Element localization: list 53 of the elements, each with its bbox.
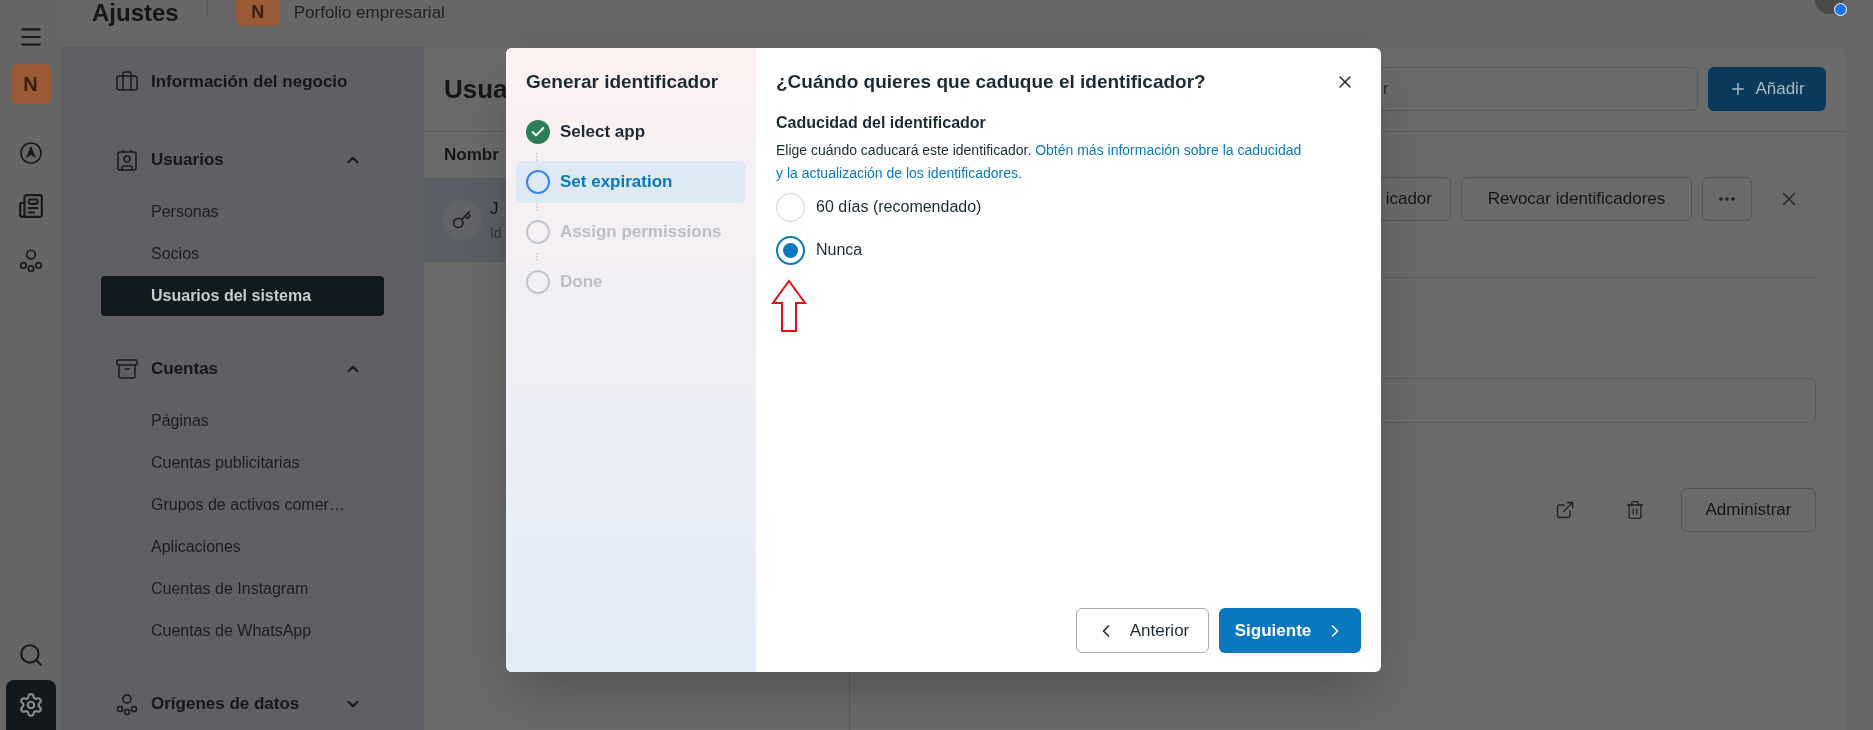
radio-label: 60 días (recomendado) bbox=[816, 197, 982, 217]
radio-button[interactable] bbox=[776, 235, 805, 265]
sidebar-section[interactable]: Usuarios bbox=[101, 146, 384, 174]
external-link-icon[interactable] bbox=[1555, 500, 1575, 520]
sidebar-item[interactable]: Aplicaciones bbox=[101, 527, 384, 567]
pages-icon[interactable] bbox=[17, 193, 44, 219]
page-title: Ajustes bbox=[92, 1, 179, 25]
ellipsis-icon bbox=[1719, 197, 1735, 201]
dialog-question: ¿Cuándo quieres que caduque el identificador? bbox=[776, 70, 1206, 94]
step-item[interactable]: Assign permissions bbox=[516, 210, 746, 253]
previous-button[interactable]: Anterior bbox=[1076, 608, 1209, 653]
check-icon bbox=[526, 119, 550, 144]
sidebar-section[interactable]: Orígenes de datos bbox=[101, 690, 384, 718]
sidebar-item[interactable]: Grupos de activos comer… bbox=[101, 485, 384, 525]
compass-icon[interactable] bbox=[18, 141, 43, 165]
portfolio-logo: N bbox=[235, 0, 280, 26]
sidebar-item[interactable]: Socios bbox=[101, 234, 384, 274]
sidebar-section[interactable]: Información del negocio bbox=[101, 68, 384, 96]
sidebar-item[interactable]: Usuarios del sistema bbox=[101, 276, 384, 316]
gear-icon bbox=[17, 692, 44, 718]
column-header: Nombr bbox=[444, 144, 499, 167]
help-link[interactable]: y la actualización de los identificadores. bbox=[776, 164, 1022, 181]
panel-title: Usua bbox=[444, 72, 508, 106]
sidebar-item[interactable]: Páginas bbox=[101, 401, 384, 441]
portfolio-name: Porfolio empresarial bbox=[293, 2, 445, 24]
network-icon[interactable] bbox=[17, 247, 44, 273]
radio-label: Nunca bbox=[816, 240, 863, 260]
sidebar-item[interactable]: Cuentas de WhatsApp bbox=[101, 611, 384, 651]
step-item[interactable]: Select app bbox=[516, 110, 746, 153]
sidebar-section[interactable]: Cuentas bbox=[101, 355, 384, 383]
next-button[interactable]: Siguiente bbox=[1219, 608, 1361, 653]
network-icon[interactable] bbox=[115, 692, 139, 716]
settings-button[interactable] bbox=[5, 680, 56, 730]
user-name: J bbox=[490, 197, 500, 219]
briefcase-icon bbox=[115, 70, 139, 94]
help-link[interactable]: Obtén más información sobre la caducidad bbox=[1035, 141, 1302, 158]
key-avatar bbox=[442, 200, 482, 240]
trash-icon[interactable] bbox=[1625, 500, 1645, 520]
id-card-icon bbox=[115, 148, 139, 172]
step-item[interactable]: Set expiration bbox=[516, 160, 746, 203]
manage-button[interactable]: Administrar bbox=[1681, 488, 1816, 532]
revoke-button[interactable]: Revocar identificadores bbox=[1461, 177, 1692, 221]
sidebar-item[interactable]: Cuentas de Instagram bbox=[101, 569, 384, 609]
dialog-title: Generar identificador bbox=[526, 70, 720, 94]
archive-icon bbox=[115, 357, 139, 381]
portfolio-avatar[interactable]: N bbox=[10, 64, 51, 104]
search-icon[interactable] bbox=[17, 642, 44, 668]
sidebar-item[interactable]: Personas bbox=[101, 192, 384, 232]
sidebar-item[interactable]: Cuentas publicitarias bbox=[101, 443, 384, 483]
description-text: Elige cuándo caducará este identificador. bbox=[776, 141, 1032, 158]
section-title: Caducidad del identificador bbox=[776, 112, 987, 133]
annotation-arrow bbox=[771, 278, 807, 333]
add-button[interactable]: Añadir bbox=[1708, 67, 1826, 111]
